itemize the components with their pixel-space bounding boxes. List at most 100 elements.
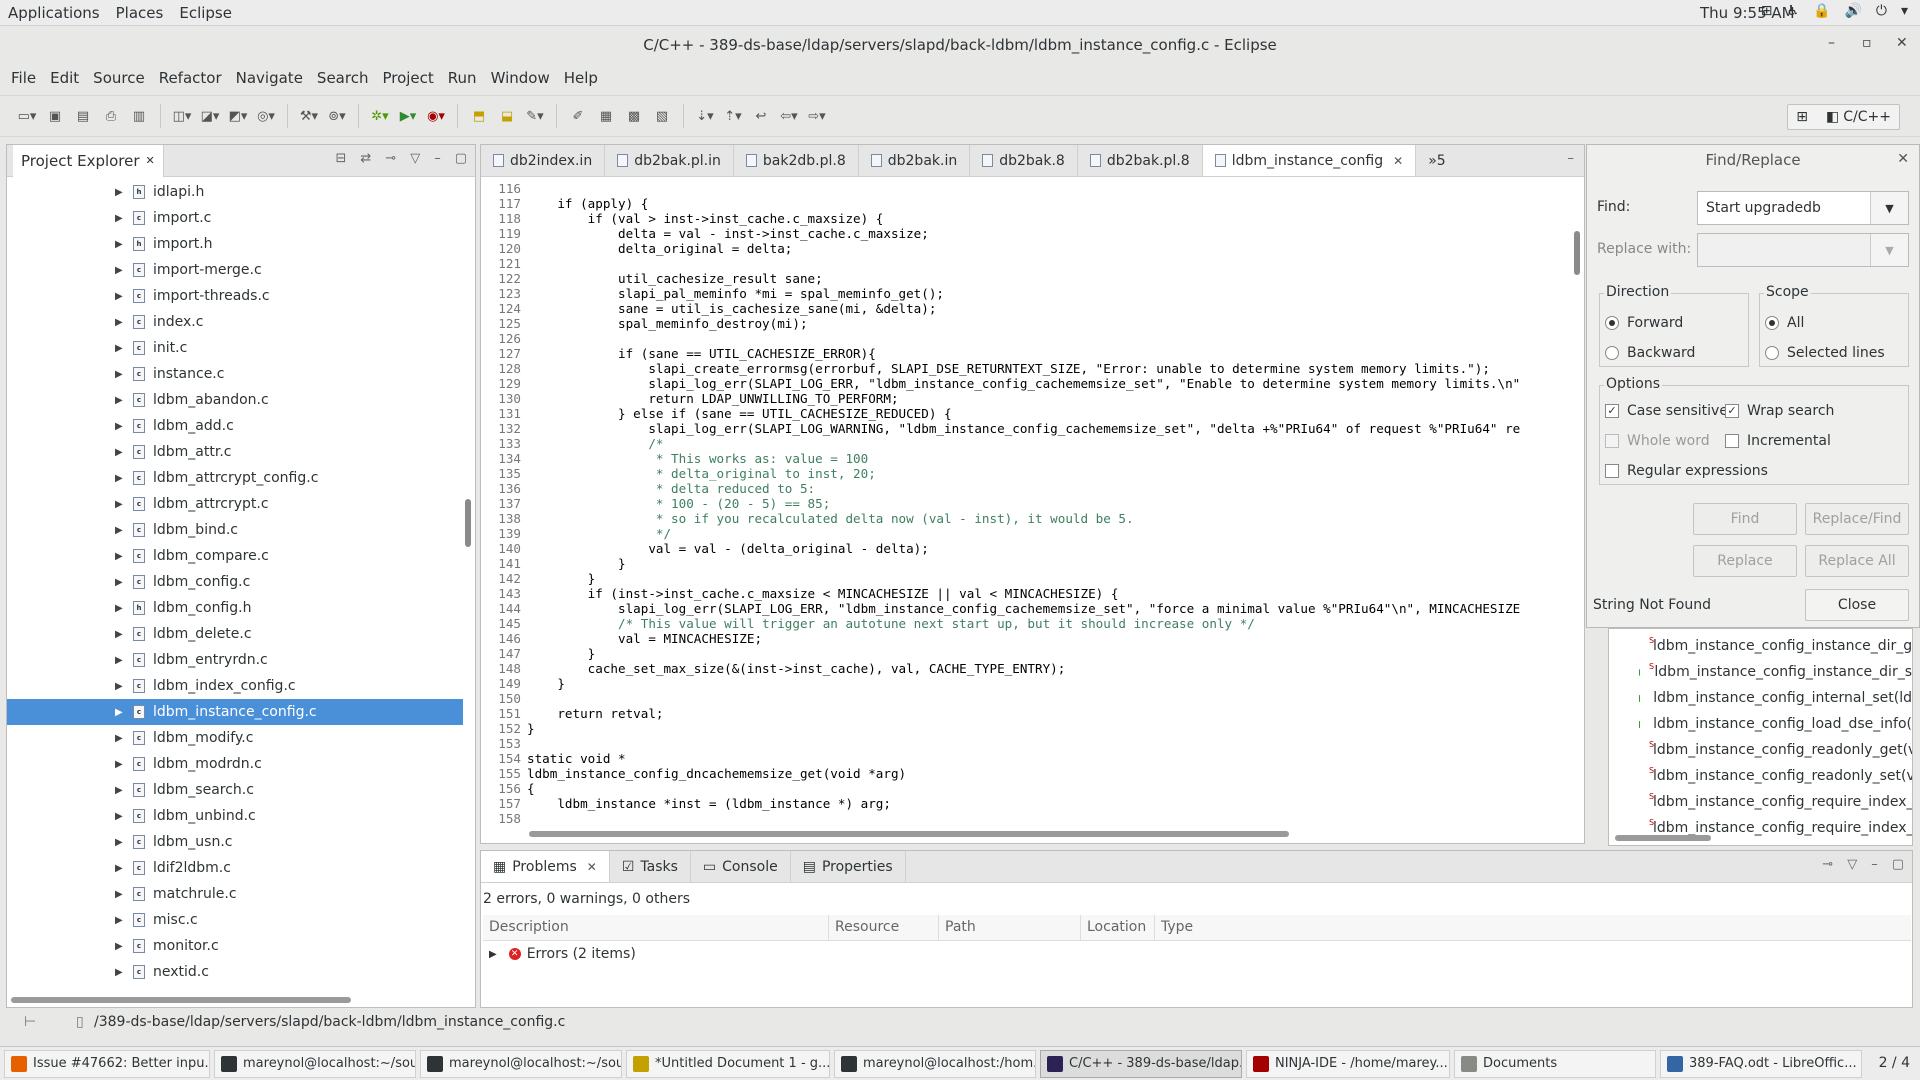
radio-selected[interactable]	[1605, 316, 1619, 330]
save-all-icon[interactable]: ▤	[72, 105, 94, 127]
taskbar-window[interactable]: Documents	[1454, 1049, 1656, 1078]
tree-item[interactable]: ▶ c ldbm_delete.c	[7, 621, 463, 647]
taskbar-window[interactable]: *Untitled Document 1 - g...	[626, 1049, 830, 1078]
taskbar-window[interactable]: NINJA-IDE - /home/marey...	[1246, 1049, 1450, 1078]
view-menu-icon[interactable]: ▽	[410, 151, 420, 166]
expand-arrow-icon[interactable]: ▶	[115, 213, 123, 224]
view-menu-icon[interactable]: ▽	[1847, 857, 1857, 872]
taskbar-window[interactable]: mareynol@localhost:~/sou...	[214, 1049, 416, 1078]
editor-tab[interactable]: db2bak.pl.8	[1078, 145, 1203, 176]
tree-item[interactable]: ▶ c ldbm_search.c	[7, 777, 463, 803]
tree-item[interactable]: ▶ c ldbm_modrdn.c	[7, 751, 463, 777]
editor-tab[interactable]: db2bak.8	[970, 145, 1078, 176]
tree-item[interactable]: ▶ c ldbm_attr.c	[7, 439, 463, 465]
find-input[interactable]: Start upgradedb ▼	[1697, 191, 1909, 225]
tree-item[interactable]: ▶ c ldbm_abandon.c	[7, 387, 463, 413]
filter-icon[interactable]: ⊸	[385, 151, 396, 166]
expand-arrow-icon[interactable]: ▶	[115, 395, 123, 406]
project-explorer-tab[interactable]: Project Explorer ✕	[13, 144, 164, 177]
taskbar-window[interactable]: Issue #47662: Better inpu...	[4, 1049, 210, 1078]
filter-icon[interactable]: ⊸	[1822, 857, 1833, 872]
whole-word-checkbox[interactable]: Whole word	[1605, 433, 1710, 449]
tree-item[interactable]: ▶ c ldbm_attrcrypt.c	[7, 491, 463, 517]
lock-icon[interactable]: 🔒	[1813, 3, 1830, 19]
expand-arrow-icon[interactable]: ▶	[115, 811, 123, 822]
menu-search[interactable]: Search	[310, 69, 376, 87]
editor-horizontal-scrollbar[interactable]	[529, 831, 1289, 837]
close-icon[interactable]: ✕	[1897, 151, 1909, 167]
explorer-vertical-scrollbar[interactable]	[463, 179, 473, 995]
search-icon[interactable]: ✎▾	[524, 105, 546, 127]
maximize-icon[interactable]: ▢	[455, 151, 467, 166]
incremental-checkbox[interactable]: Incremental	[1725, 433, 1831, 449]
back-icon[interactable]: ⇦▾	[778, 105, 800, 127]
backward-radio[interactable]: Backward	[1605, 345, 1695, 361]
outline-item[interactable]: Sldbm_instance_config_readonly_get(v	[1609, 737, 1912, 763]
expand-arrow-icon[interactable]: ▶	[115, 863, 123, 874]
tab-properties[interactable]: ▤ Properties	[791, 851, 906, 882]
checkbox-checked[interactable]: ✓	[1725, 404, 1739, 418]
tree-item[interactable]: ▶ c import-merge.c	[7, 257, 463, 283]
open-perspective-icon[interactable]: ⊞	[1796, 109, 1808, 125]
network-icon[interactable]: ⊞	[1761, 3, 1773, 19]
tree-item[interactable]: ▶ h import.h	[7, 231, 463, 257]
expand-arrow-icon[interactable]: ▶	[115, 499, 123, 510]
regex-checkbox[interactable]: Regular expressions	[1605, 463, 1768, 479]
tree-item[interactable]: ▶ c ldbm_bind.c	[7, 517, 463, 543]
expand-arrow-icon[interactable]: ▶	[115, 239, 123, 250]
tree-item[interactable]: ▶ c init.c	[7, 335, 463, 361]
expand-arrow-icon[interactable]: ▶	[115, 577, 123, 588]
table-row[interactable]: ▶ ✕ Errors (2 items)	[483, 941, 1911, 967]
expand-arrow-icon[interactable]: ▶	[115, 291, 123, 302]
expand-arrow-icon[interactable]: ▶	[115, 655, 123, 666]
editor-tab[interactable]: db2bak.pl.in	[605, 145, 734, 176]
expand-arrow-icon[interactable]: ▶	[115, 967, 123, 978]
menu-window[interactable]: Window	[484, 69, 557, 87]
column-resource[interactable]: Resource	[829, 915, 939, 940]
menu-run[interactable]: Run	[441, 69, 484, 87]
menu-file[interactable]: File	[4, 69, 43, 87]
accessibility-icon[interactable]: ♿	[1786, 3, 1799, 19]
menu-edit[interactable]: Edit	[43, 69, 86, 87]
eclipse-app-menu[interactable]: Eclipse	[171, 4, 240, 22]
places-menu[interactable]: Places	[108, 4, 172, 22]
tab-overflow[interactable]: »5	[1416, 145, 1457, 176]
editor-tab[interactable]: db2index.in	[481, 145, 606, 176]
menu-source[interactable]: Source	[86, 69, 152, 87]
expand-arrow-icon[interactable]: ▶	[115, 629, 123, 640]
menu-refactor[interactable]: Refactor	[152, 69, 229, 87]
tree-item[interactable]: ▶ c matchrule.c	[7, 881, 463, 907]
expand-arrow-icon[interactable]: ▶	[115, 317, 123, 328]
minimize-icon[interactable]: –	[434, 151, 441, 166]
tree-item[interactable]: ▶ c ldbm_unbind.c	[7, 803, 463, 829]
open-type-icon[interactable]: ⬒	[468, 105, 490, 127]
radio-selected[interactable]	[1765, 316, 1779, 330]
taskbar-window[interactable]: C/C++ - 389-ds-base/ldap...	[1040, 1049, 1242, 1078]
new-header-icon[interactable]: ◎▾	[255, 105, 277, 127]
outline-item[interactable]: Sldbm_instance_config_require_index_	[1609, 789, 1912, 815]
expand-arrow-icon[interactable]: ▶	[115, 915, 123, 926]
scope-all-radio[interactable]: All	[1765, 315, 1804, 331]
tab-console[interactable]: ▭ Console	[691, 851, 791, 882]
chevron-down-icon[interactable]: ▼	[1870, 192, 1908, 224]
case-sensitive-checkbox[interactable]: ✓ Case sensitive	[1605, 403, 1728, 419]
outline-item[interactable]: ldbm_instance_config_load_dse_info(	[1609, 711, 1912, 737]
perspective-switcher[interactable]: ⊞ ◧ C/C++	[1787, 104, 1900, 130]
toggle-mark-occurrences-icon[interactable]: ✐	[567, 105, 589, 127]
tab-tasks[interactable]: ☑ Tasks	[610, 851, 691, 882]
external-tools-icon[interactable]: ◉▾	[425, 105, 447, 127]
outline-item[interactable]: Sldbm_instance_config_readonly_set(v	[1609, 763, 1912, 789]
explorer-horizontal-scrollbar[interactable]	[11, 997, 351, 1003]
taskbar-window[interactable]: mareynol@localhost:~/sou...	[420, 1049, 622, 1078]
run-icon[interactable]: ▶▾	[397, 105, 419, 127]
expand-arrow-icon[interactable]: ▶	[115, 733, 123, 744]
close-icon[interactable]: ✕	[1393, 154, 1403, 168]
print-icon[interactable]: ⎙	[100, 105, 122, 127]
checkbox-checked[interactable]: ✓	[1605, 404, 1619, 418]
new-cpp-project-icon[interactable]: ◫▾	[171, 105, 193, 127]
expand-arrow-icon[interactable]: ▶	[115, 265, 123, 276]
tree-item[interactable]: ▶ c monitor.c	[7, 933, 463, 959]
expand-arrow-icon[interactable]: ▶	[115, 187, 123, 198]
expand-arrow-icon[interactable]: ▶	[115, 343, 123, 354]
system-tray[interactable]: ⊞ ♿ 🔒 🔊 ⏻ ▾	[1761, 3, 1908, 19]
